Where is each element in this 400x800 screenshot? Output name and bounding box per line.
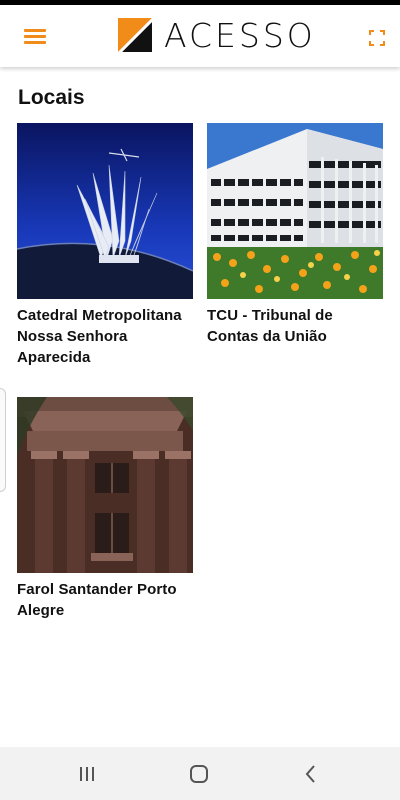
back-icon[interactable]	[298, 761, 324, 787]
place-card-catedral[interactable]: Catedral Metropolitana Nossa Senhora Apa…	[17, 123, 193, 368]
side-panel-handle[interactable]	[0, 388, 6, 492]
app-bar: ACESSO	[0, 5, 400, 67]
brand-logo: ACESSO	[118, 15, 316, 55]
home-icon[interactable]	[186, 761, 212, 787]
system-nav-bar	[0, 747, 400, 800]
cathedral-photo	[17, 123, 193, 299]
tcu-building-photo	[207, 123, 383, 299]
brand-name: ACESSO	[164, 15, 316, 55]
fullscreen-icon[interactable]	[368, 29, 386, 47]
hamburger-menu-icon[interactable]	[24, 27, 48, 45]
farol-santander-photo	[17, 397, 193, 573]
page-title: Locais	[18, 86, 85, 109]
place-name: Catedral Metropolitana Nossa Senhora Apa…	[17, 307, 182, 366]
place-name: Farol Santander Porto Alegre	[17, 581, 177, 619]
recents-icon[interactable]	[74, 761, 100, 787]
place-name: TCU - Tribunal de Contas da União	[207, 307, 333, 345]
logo-mark-icon	[118, 18, 152, 52]
place-card-tcu[interactable]: TCU - Tribunal de Contas da União	[207, 123, 383, 347]
place-card-farol-santander[interactable]: Farol Santander Porto Alegre	[17, 397, 193, 621]
